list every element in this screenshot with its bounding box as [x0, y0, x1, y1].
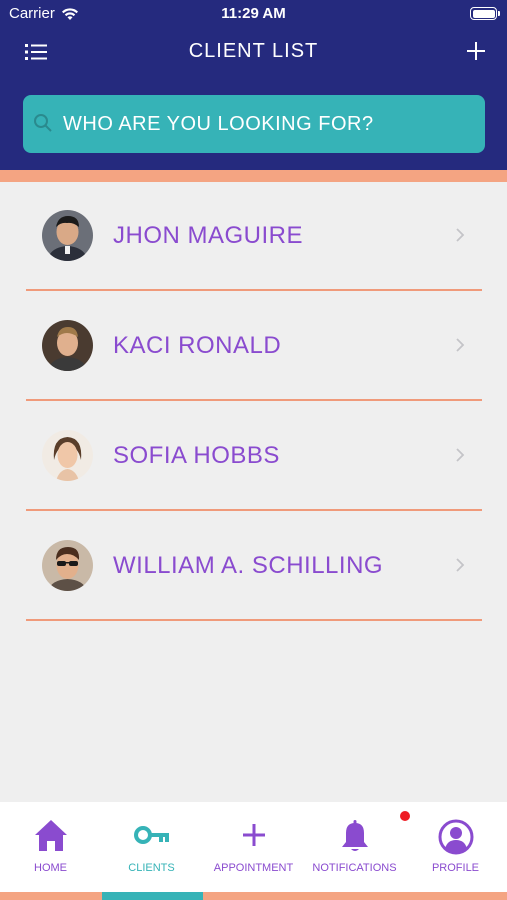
- client-name: WILLIAM A. SCHILLING: [113, 552, 384, 579]
- tab-label: PROFILE: [431, 862, 480, 874]
- divider: [26, 289, 482, 291]
- plus-icon: [242, 824, 265, 846]
- key-icon: [133, 826, 169, 844]
- home-icon: [34, 820, 67, 851]
- page-title: CLIENT LIST: [188, 40, 319, 62]
- tab-label: APPOINTMENT: [213, 862, 294, 874]
- tab-appointment[interactable]: APPOINTMENT: [203, 802, 304, 892]
- client-row[interactable]: JHON MAGUIRE: [0, 182, 507, 292]
- bell-icon: [341, 820, 368, 851]
- divider: [26, 399, 482, 401]
- client-name: SOFIA HOBBS: [113, 442, 280, 469]
- client-row[interactable]: SOFIA HOBBS: [0, 402, 507, 512]
- tab-indicator-track: [0, 892, 507, 900]
- chevron-right-icon: [456, 338, 465, 352]
- status-time: 11:29 AM: [221, 5, 286, 22]
- navbar: CLIENT LIST: [0, 32, 507, 72]
- battery-icon: [470, 7, 500, 20]
- chevron-right-icon: [456, 448, 465, 462]
- user-circle-icon: [438, 819, 473, 855]
- add-client-button[interactable]: [467, 34, 485, 68]
- divider: [26, 619, 482, 621]
- avatar: [42, 210, 93, 261]
- client-row[interactable]: WILLIAM A. SCHILLING: [0, 512, 507, 622]
- status-bar: Carrier 11:29 AM: [0, 0, 507, 28]
- search-input[interactable]: [63, 95, 473, 153]
- active-tab-indicator: [102, 892, 203, 900]
- accent-bar: [0, 170, 507, 182]
- tab-notifications[interactable]: NOTIFICATIONS: [304, 802, 405, 892]
- tab-label: CLIENTS: [128, 862, 175, 874]
- tab-label: HOME: [34, 862, 67, 874]
- chevron-right-icon: [456, 228, 465, 242]
- avatar: [42, 320, 93, 371]
- client-name: JHON MAGUIRE: [113, 222, 304, 249]
- avatar: [42, 430, 93, 481]
- tab-profile[interactable]: PROFILE: [405, 802, 506, 892]
- avatar: [42, 540, 93, 591]
- tab-label: NOTIFICATIONS: [312, 862, 397, 874]
- divider: [26, 509, 482, 511]
- search-icon: [34, 114, 52, 132]
- tab-clients[interactable]: CLIENTS: [101, 802, 202, 892]
- notification-badge: [400, 811, 410, 821]
- header: Carrier 11:29 AM CLIENT LIST: [0, 0, 507, 170]
- client-name: KACI RONALD: [113, 332, 282, 359]
- search-bar: [23, 95, 485, 153]
- plus-icon: [467, 42, 485, 60]
- client-row[interactable]: KACI RONALD: [0, 292, 507, 402]
- tab-bar: HOME CLIENTS APPOINTMENT NOTIFICATIONS P…: [0, 802, 507, 900]
- client-list: JHON MAGUIRE KACI RONALD SOFIA HOBBS WIL…: [0, 182, 507, 622]
- chevron-right-icon: [456, 558, 465, 572]
- tab-home[interactable]: HOME: [0, 802, 101, 892]
